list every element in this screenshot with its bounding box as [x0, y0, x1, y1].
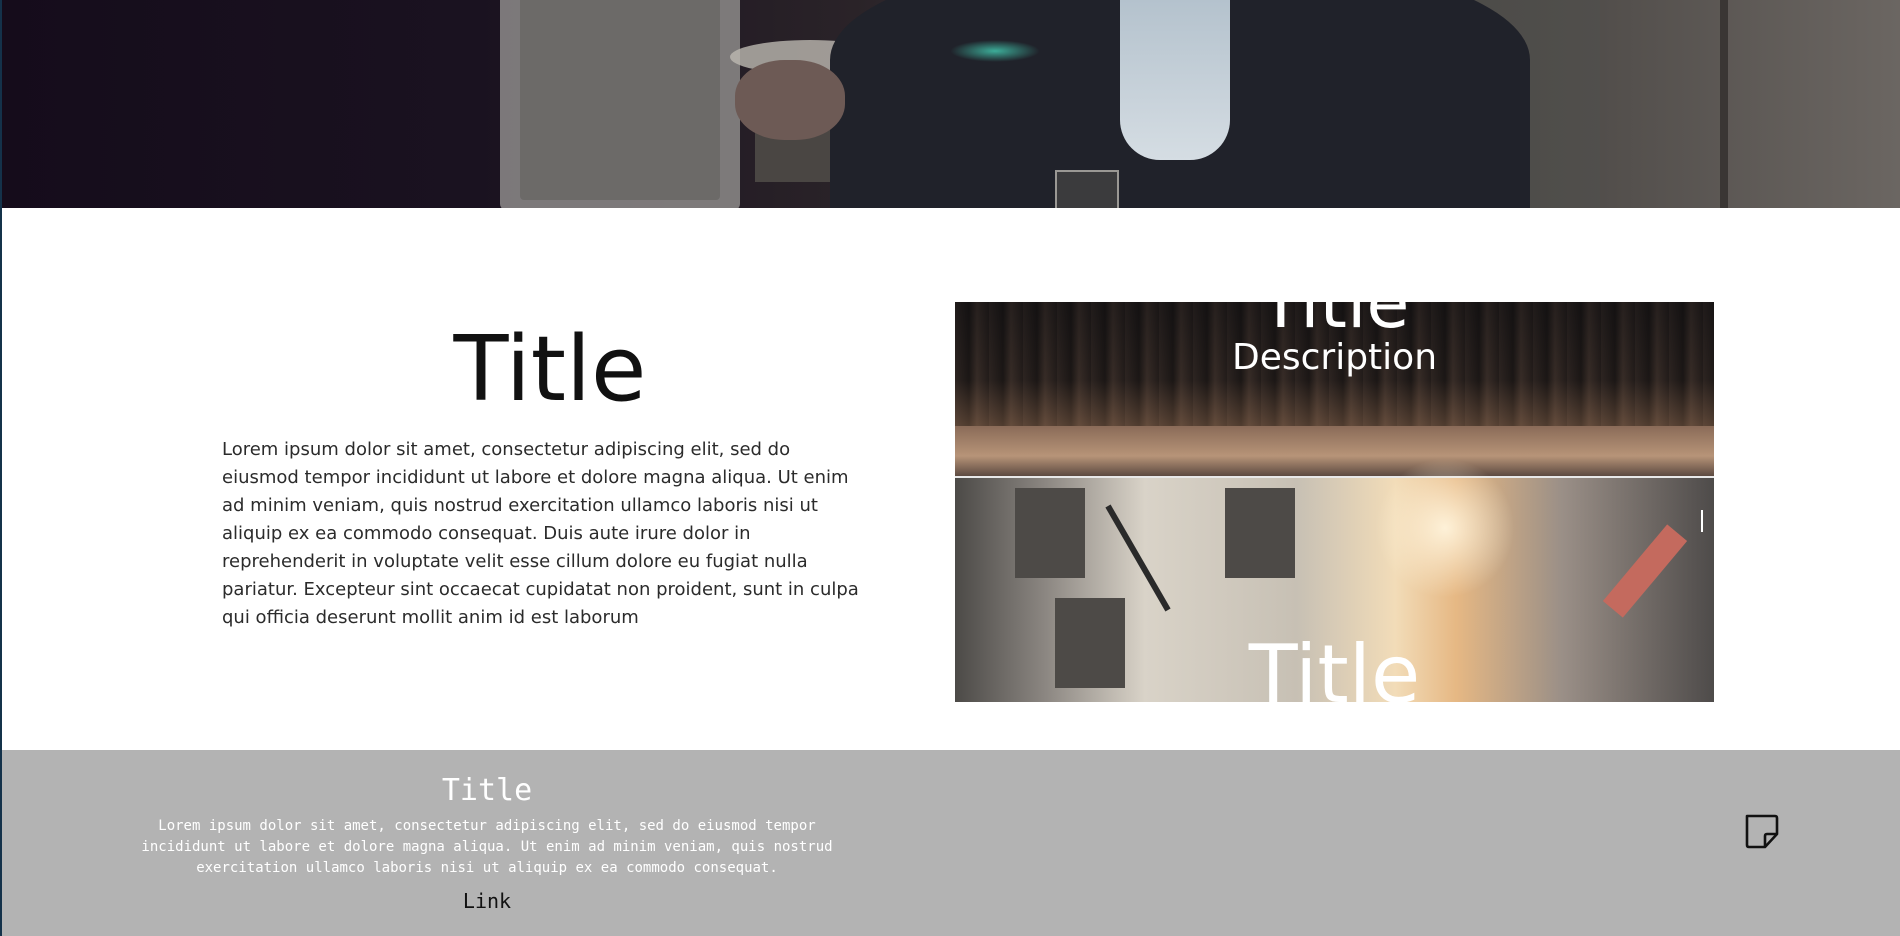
- slide-text-caret: [1701, 510, 1703, 532]
- hero-window: [1600, 0, 1900, 208]
- slide-street-road: [955, 426, 1714, 476]
- slide-building-window: [1225, 488, 1295, 578]
- slide-building-window: [1015, 488, 1085, 578]
- sticky-note-icon[interactable]: [1742, 812, 1780, 850]
- hero-monitor-screen: [520, 0, 720, 200]
- hero-pen-cup: [1055, 170, 1119, 208]
- slide-shop-awning: [1602, 524, 1688, 618]
- slide-flag-pole: [1105, 504, 1171, 612]
- footer-paragraph: Lorem ipsum dolor sit amet, consectetur …: [141, 818, 833, 876]
- footer-title: Title: [441, 773, 533, 808]
- slide-2-title: Title: [1248, 628, 1421, 703]
- hero-person-shirt: [1120, 0, 1230, 160]
- hero-person-hand: [735, 60, 845, 140]
- image-slider[interactable]: Title Description Title: [955, 302, 1714, 702]
- page-left-edge: [0, 0, 2, 936]
- content-paragraph: Lorem ipsum dolor sit amet, consectetur …: [222, 439, 859, 628]
- footer: Title Lorem ipsum dolor sit amet, consec…: [0, 750, 1900, 936]
- hero-lens-flare: [950, 40, 1040, 62]
- hero-image: [0, 0, 1900, 208]
- slide-sunlight: [1375, 458, 1515, 598]
- footer-link[interactable]: Link: [127, 889, 847, 913]
- content-title: Title: [453, 317, 647, 422]
- hero-window-bar: [1720, 0, 1728, 208]
- slide-1-title: Title: [1259, 302, 1410, 344]
- slide-1-description: Description: [1231, 337, 1438, 378]
